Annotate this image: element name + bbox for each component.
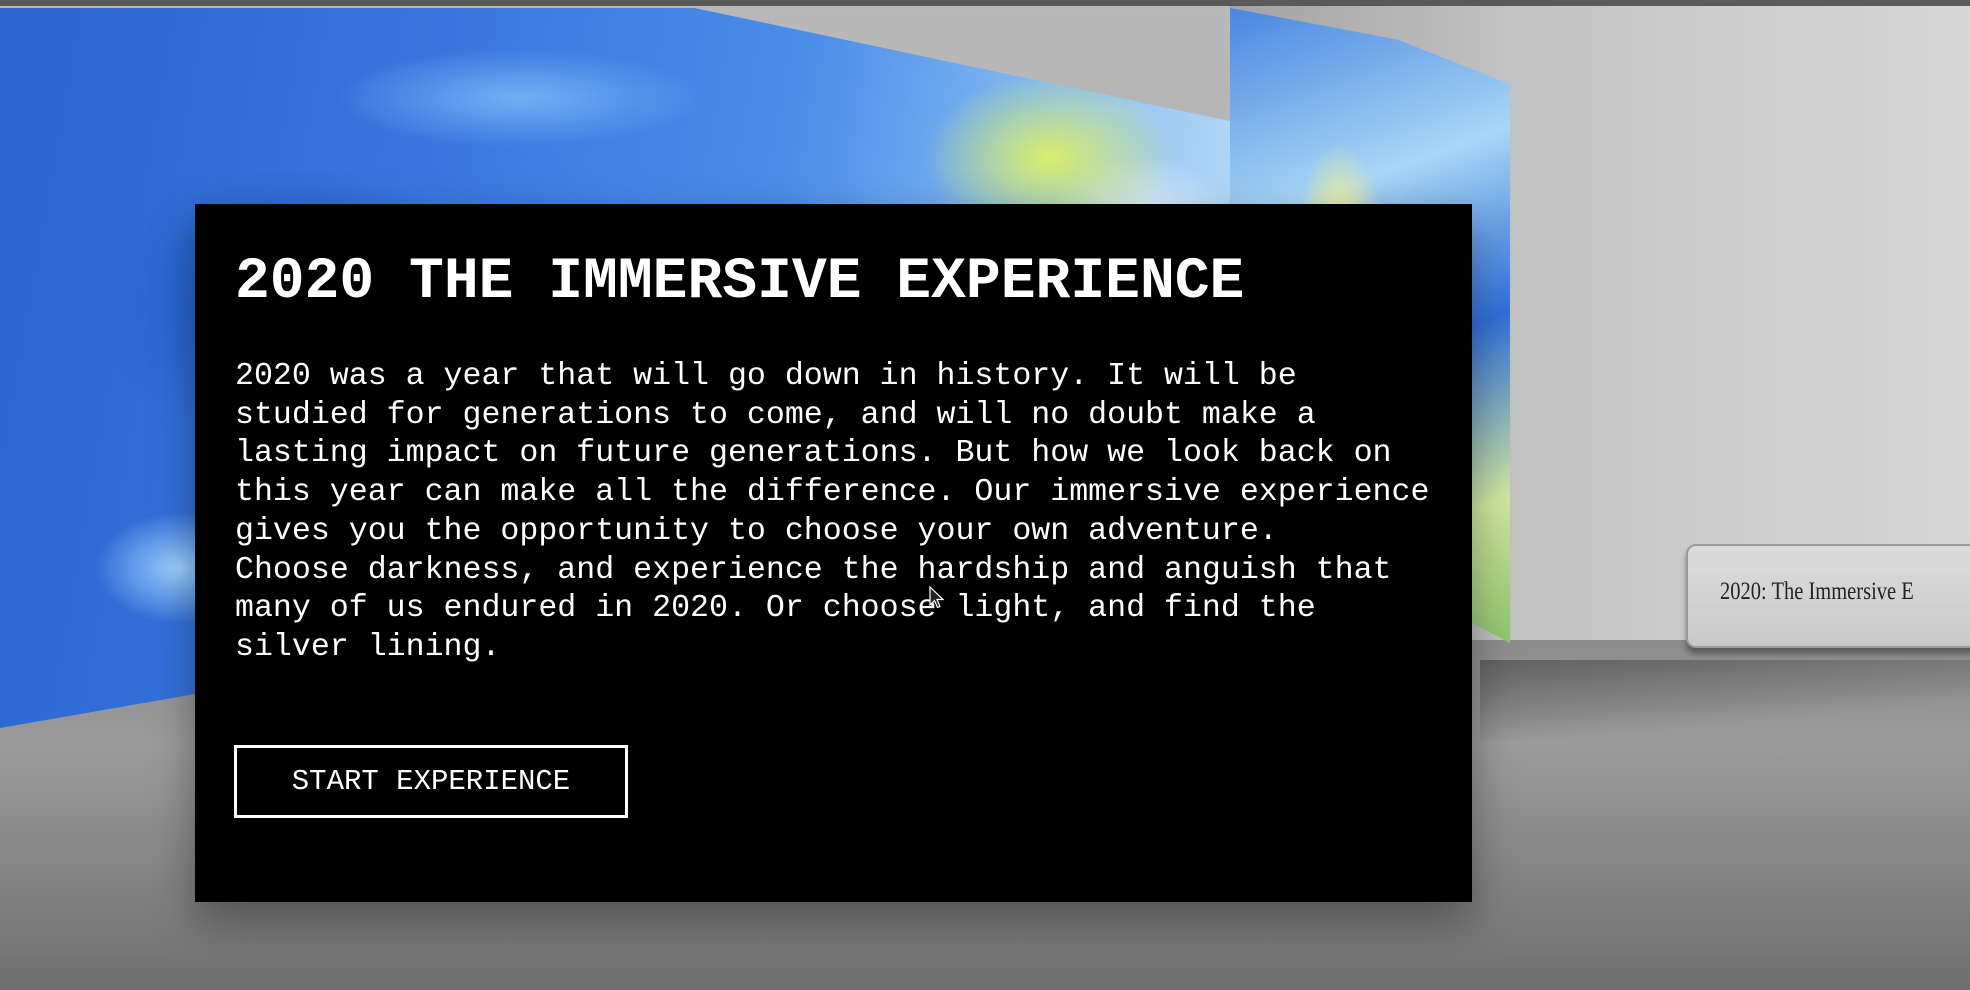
plaque-label: 2020: The Immersive E	[1720, 578, 1914, 605]
dialog-title: 2020 THE IMMERSIVE EXPERIENCE	[235, 250, 1245, 315]
intro-paragraph: 2020 was a year that will go down in his…	[235, 359, 1430, 549]
floor-shadow	[1480, 660, 1970, 740]
mouse-pointer-icon	[929, 586, 945, 609]
choice-paragraph: Choose darkness, and experience the hard…	[235, 552, 1392, 665]
dialog-description: 2020 was a year that will go down in his…	[235, 358, 1435, 668]
artwork-label-plaque[interactable]: 2020: The Immersive E	[1686, 544, 1970, 648]
start-experience-button[interactable]: START EXPERIENCE	[234, 745, 628, 818]
intro-dialog: 2020 THE IMMERSIVE EXPERIENCE 2020 was a…	[195, 204, 1472, 902]
gallery-scene[interactable]: 2020: The Immersive E 2020 THE IMMERSIVE…	[0, 0, 1970, 990]
